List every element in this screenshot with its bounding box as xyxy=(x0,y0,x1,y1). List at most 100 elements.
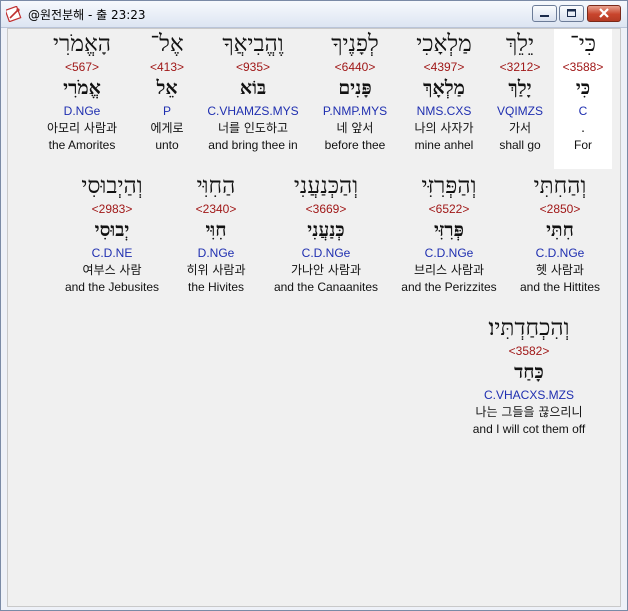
parsing-code: C.VHACXS.MZS xyxy=(483,388,574,402)
strong-number[interactable]: <3669> xyxy=(266,202,386,216)
parsing-code: D.NGe xyxy=(63,104,101,118)
strong-number[interactable]: <3588> xyxy=(554,60,612,74)
lemma: חִוִּי xyxy=(205,219,227,241)
korean-gloss: 에게로 xyxy=(150,121,184,135)
maximize-icon xyxy=(567,9,576,17)
word-column[interactable]: הַחִוִּי <2340> חִוִּי D.NGe 히위 사람과 the … xyxy=(172,171,260,295)
lemma: מַלְאָךְ xyxy=(423,77,465,99)
lemma: פְּרִזִּי xyxy=(434,219,464,241)
hebrew-word: וְהַחִתִּי xyxy=(533,173,587,199)
english-gloss: the Amorites xyxy=(48,138,116,152)
korean-gloss: 가나안 사람과 xyxy=(290,263,362,277)
strong-number[interactable]: <2850> xyxy=(510,202,610,216)
english-gloss: and the Canaanites xyxy=(273,280,379,294)
title-bar[interactable]: @원전분해 - 출 23:23 xyxy=(1,1,627,28)
korean-gloss: 브리스 사람과 xyxy=(413,263,485,277)
word-column[interactable]: לְפָנֶיךָ <6440> פָּנִים P.NMP.MYS 네 앞서 … xyxy=(312,29,398,153)
minimize-button[interactable] xyxy=(532,5,557,22)
lemma: חִתִּי xyxy=(546,219,574,241)
hebrew-word: מַלְאָכִי xyxy=(416,31,472,57)
strong-number[interactable]: <935> xyxy=(200,60,306,74)
strong-number[interactable]: <6440> xyxy=(312,60,398,74)
hebrew-word: וְהַכְּנַעֲנִי xyxy=(293,173,359,199)
strong-number[interactable]: <2340> xyxy=(172,202,260,216)
word-column[interactable]: מַלְאָכִי <4397> מַלְאָךְ NMS.CXS 나의 사자가… xyxy=(404,29,484,153)
strong-number[interactable]: <2983> xyxy=(58,202,166,216)
hebrew-word: וְהַפְּרִזִּי xyxy=(421,173,477,199)
hebrew-word: הָאֱמֹרִי xyxy=(53,31,111,57)
strong-number[interactable]: <3582> xyxy=(456,344,602,358)
korean-gloss: 아모리 사람과 xyxy=(46,121,118,135)
parsing-code: C.VHAMZS.MYS xyxy=(207,104,299,118)
lemma: כְּנַעֲנִי xyxy=(307,219,345,241)
window-title: @원전분해 - 출 23:23 xyxy=(28,8,146,22)
word-column[interactable]: וְהַכְּנַעֲנִי <3669> כְּנַעֲנִי C.D.NGe… xyxy=(266,171,386,295)
word-column[interactable]: וְהַיְבוּסִי <2983> יְבוּסִי C.D.NE 여부스 … xyxy=(58,171,166,295)
english-gloss: and the Hittites xyxy=(519,280,601,294)
app-window: @원전분해 - 출 23:23 כִּי־ <3588> כִּי C . Fo… xyxy=(0,0,628,611)
strong-number[interactable]: <567> xyxy=(32,60,132,74)
lemma: יָלַךְ xyxy=(508,77,532,99)
parsing-code: C xyxy=(578,104,588,118)
hebrew-word: לְפָנֶיךָ xyxy=(331,31,379,57)
word-column[interactable]: אֶל־ <413> אֵל P 에게로 unto xyxy=(138,29,196,153)
hebrew-word: כִּי־ xyxy=(569,31,597,57)
parsing-code: C.D.NGe xyxy=(301,246,351,260)
english-gloss: before thee xyxy=(324,138,386,152)
hebrew-word: וְהַיְבוּסִי xyxy=(81,173,143,199)
word-column[interactable]: יֵלֵךְ <3212> יָלַךְ VQIMZS 가서 shall go xyxy=(490,29,550,153)
parsing-code: D.NGe xyxy=(197,246,235,260)
lemma: יְבוּסִי xyxy=(94,219,130,241)
english-gloss: and I will cot them off xyxy=(472,422,586,436)
close-button[interactable] xyxy=(587,5,621,22)
word-column[interactable]: הָאֱמֹרִי <567> אֱמֹרִי D.NGe 아모리 사람과 th… xyxy=(32,29,132,153)
hebrew-word: אֶל־ xyxy=(150,31,184,57)
strong-number[interactable]: <413> xyxy=(138,60,196,74)
korean-gloss: 나의 사자가 xyxy=(414,121,474,135)
korean-gloss: . xyxy=(581,121,585,135)
hebrew-word: וֶהֱבִיאֲךָ xyxy=(222,31,284,57)
lemma: פָּנִים xyxy=(338,77,372,99)
word-column[interactable]: וֶהֱבִיאֲךָ <935> בּוֹא C.VHAMZS.MYS 너를 … xyxy=(200,29,306,153)
lemma: אֵל xyxy=(156,77,178,99)
word-column[interactable]: כִּי־ <3588> כִּי C . For xyxy=(554,29,612,169)
korean-gloss: 가서 xyxy=(508,121,532,135)
maximize-button[interactable] xyxy=(559,5,584,22)
strong-number[interactable]: <3212> xyxy=(490,60,550,74)
strong-number[interactable]: <6522> xyxy=(394,202,504,216)
hebrew-word: וְהִכְחַדְתִּיו׃ xyxy=(488,315,570,341)
english-gloss: and the Perizzites xyxy=(401,280,497,294)
lemma: אֱמֹרִי xyxy=(63,77,101,99)
parsing-code: P xyxy=(162,104,171,118)
word-column[interactable]: וְהַפְּרִזִּי <6522> פְּרִזִּי C.D.NGe 브… xyxy=(394,171,504,295)
minimize-icon xyxy=(540,15,549,17)
korean-gloss: 나는 그들을 끊으리니 xyxy=(475,405,583,419)
lemma: בּוֹא xyxy=(239,77,267,99)
hebrew-word: הַחִוִּי xyxy=(196,173,236,199)
parsing-code: C.D.NGe xyxy=(535,246,585,260)
lemma: כִּי xyxy=(575,77,591,99)
app-icon xyxy=(6,6,22,22)
close-icon xyxy=(599,8,609,18)
interlinear-panel[interactable]: כִּי־ <3588> כִּי C . For יֵלֵךְ <3212> … xyxy=(7,28,621,607)
english-gloss: shall go xyxy=(499,138,541,152)
lemma: כָּחַד xyxy=(514,361,544,383)
korean-gloss: 너를 인도하고 xyxy=(217,121,289,135)
word-column[interactable]: וְהַחִתִּי <2850> חִתִּי C.D.NGe 헷 사람과 a… xyxy=(510,171,610,295)
english-gloss: For xyxy=(574,138,592,152)
english-gloss: and the Jebusites xyxy=(64,280,160,294)
strong-number[interactable]: <4397> xyxy=(404,60,484,74)
parsing-code: C.D.NE xyxy=(91,246,133,260)
english-gloss: the Hivites xyxy=(187,280,245,294)
parsing-code: P.NMP.MYS xyxy=(322,104,388,118)
korean-gloss: 여부스 사람 xyxy=(82,263,142,277)
english-gloss: and bring thee in xyxy=(208,138,298,152)
korean-gloss: 히위 사람과 xyxy=(186,263,246,277)
korean-gloss: 네 앞서 xyxy=(336,121,374,135)
parsing-code: VQIMZS xyxy=(496,104,543,118)
english-gloss: mine anhel xyxy=(414,138,474,152)
word-column[interactable]: וְהִכְחַדְתִּיו׃ <3582> כָּחַד C.VHACXS.… xyxy=(456,313,602,437)
parsing-code: C.D.NGe xyxy=(424,246,474,260)
english-gloss: unto xyxy=(155,138,179,152)
parsing-code: NMS.CXS xyxy=(416,104,472,118)
